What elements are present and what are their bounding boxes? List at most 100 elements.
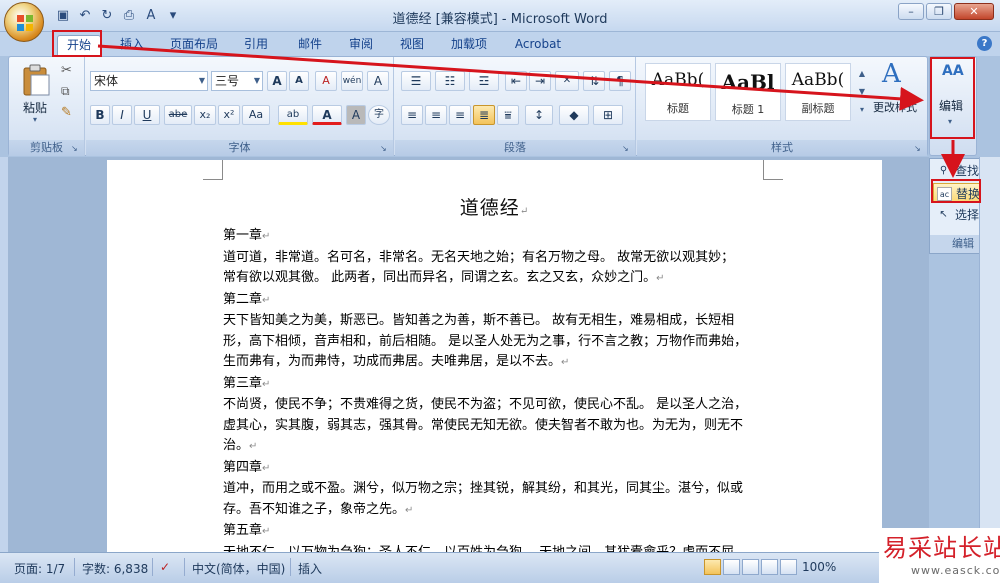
show-marks-button[interactable]: ¶ <box>609 71 631 91</box>
vertical-ruler <box>0 157 8 552</box>
tab-mailings[interactable]: 邮件 <box>290 35 330 56</box>
strikethrough-button[interactable]: abe <box>164 105 192 125</box>
close-button[interactable]: ✕ <box>954 3 994 20</box>
copy-icon[interactable]: ⧉ <box>61 84 70 99</box>
language-indicator[interactable]: 中文(简体，中国) <box>192 560 285 577</box>
annotation-box-home-tab <box>52 30 102 57</box>
word-count[interactable]: 字数: 6,838 <box>82 560 148 577</box>
paste-dropdown-icon[interactable]: ▾ <box>33 115 37 124</box>
doc-line: 第二章↵ <box>223 291 271 307</box>
tab-addins[interactable]: 加载项 <box>444 35 494 56</box>
binoculars-icon: ⚲ <box>939 165 948 176</box>
tab-references[interactable]: 引用 <box>236 35 276 56</box>
outline-view-icon[interactable] <box>761 559 778 575</box>
font-group-label: 字体 <box>86 140 393 156</box>
style-heading-1[interactable]: AaBl 标题 1 <box>715 63 781 121</box>
bold-button[interactable]: B <box>90 105 110 125</box>
doc-line: 形，高下相倾，音声相和，前后相随。 是以圣人处无为之事，行不言之教；万物作而弗始… <box>223 333 748 349</box>
tab-insert[interactable]: 插入 <box>112 35 152 56</box>
superscript-button[interactable]: x² <box>218 105 240 125</box>
annotation-box-editing <box>930 57 975 139</box>
cursor-icon: ↖ <box>939 209 948 220</box>
font-name-combo[interactable]: 宋体 ▼ <box>90 71 208 91</box>
distributed-button[interactable]: ⩸ <box>497 105 519 125</box>
shrink-font-button[interactable]: A <box>289 71 309 91</box>
document-page[interactable]: 道德经↵ 第一章↵ 道可道，非常道。名可名，非常名。无名天地之始；有名万物之母。… <box>107 160 882 555</box>
tab-acrobat[interactable]: Acrobat <box>508 35 568 56</box>
clipboard-launcher-icon[interactable]: ↘ <box>71 144 81 154</box>
multilevel-list-button[interactable]: ☲ <box>469 71 499 91</box>
status-divider <box>152 558 153 576</box>
restore-button[interactable]: ❐ <box>926 3 952 20</box>
full-screen-view-icon[interactable] <box>723 559 740 575</box>
font-group: 宋体 ▼ 三号 ▼ A A A wén A B I U abe x₂ x² Aa a… <box>86 57 394 156</box>
highlight-button[interactable]: ab <box>278 105 308 125</box>
help-icon[interactable]: ? <box>977 36 992 51</box>
decrease-indent-button[interactable]: ⇤ <box>505 71 527 91</box>
change-styles-button[interactable]: 更改样式 <box>873 99 917 115</box>
paste-icon[interactable] <box>21 63 51 97</box>
italic-button[interactable]: I <box>112 105 132 125</box>
chinese-layout-button[interactable]: ✕ <box>555 71 579 91</box>
justify-button[interactable]: ≣ <box>473 105 495 125</box>
tab-view[interactable]: 视图 <box>392 35 432 56</box>
tab-review[interactable]: 审阅 <box>341 35 381 56</box>
minimize-button[interactable]: – <box>898 3 924 20</box>
change-case-button[interactable]: Aa <box>242 105 270 125</box>
borders-button[interactable]: ⊞ <box>593 105 623 125</box>
style-subtitle-name: 副标题 <box>801 102 835 115</box>
vertical-scrollbar[interactable] <box>979 157 1000 552</box>
align-center-button[interactable]: ≡ <box>425 105 447 125</box>
line-spacing-button[interactable]: ↕ <box>525 105 553 125</box>
doc-line: 第四章↵ <box>223 459 271 475</box>
margin-corner-tl <box>203 160 223 180</box>
change-styles-icon[interactable]: A <box>882 59 901 89</box>
style-title[interactable]: AaBb( 标题 <box>645 63 711 121</box>
web-layout-view-icon[interactable] <box>742 559 759 575</box>
font-launcher-icon[interactable]: ↘ <box>380 144 390 154</box>
doc-line: 存。吾不知谁之子，象帝之先。↵ <box>223 501 414 517</box>
font-size-value: 三号 <box>215 74 240 88</box>
char-shading-button[interactable]: A <box>346 105 366 125</box>
align-left-button[interactable]: ≡ <box>401 105 423 125</box>
doc-line: 第三章↵ <box>223 375 271 391</box>
zoom-level[interactable]: 100% <box>802 560 836 574</box>
grow-font-button[interactable]: A <box>267 71 287 91</box>
draft-view-icon[interactable] <box>780 559 797 575</box>
subscript-button[interactable]: x₂ <box>194 105 216 125</box>
paragraph-group-label: 段落 <box>395 140 635 156</box>
print-layout-view-icon[interactable] <box>704 559 721 575</box>
office-button[interactable] <box>4 2 44 42</box>
styles-launcher-icon[interactable]: ↘ <box>914 144 924 154</box>
enclose-char-button[interactable]: 字 <box>368 105 390 125</box>
paragraph-launcher-icon[interactable]: ↘ <box>622 144 632 154</box>
font-size-combo[interactable]: 三号 ▼ <box>211 71 263 91</box>
sort-button[interactable]: ⇅ <box>583 71 605 91</box>
shading-button[interactable]: ◆ <box>559 105 589 125</box>
format-painter-icon[interactable]: ✎ <box>61 105 72 120</box>
numbering-button[interactable]: ☷ <box>435 71 465 91</box>
doc-line: 不尚贤，使民不争；不贵难得之货，使民不为盗；不见可欲，使民心不乱。 是以圣人之治… <box>223 397 748 412</box>
page-count[interactable]: 页面: 1/7 <box>14 560 65 577</box>
align-right-button[interactable]: ≡ <box>449 105 471 125</box>
font-color-button[interactable]: A <box>312 105 342 125</box>
insert-mode[interactable]: 插入 <box>298 560 322 577</box>
clear-format-button[interactable]: A <box>315 71 337 91</box>
underline-button[interactable]: U <box>134 105 160 125</box>
styles-group-label: 样式 <box>637 140 927 156</box>
styles-scroll[interactable]: ▲ ▼ ▾ <box>855 65 869 121</box>
style-subtitle[interactable]: AaBb( 副标题 <box>785 63 851 121</box>
pinyin-button[interactable]: wén <box>341 71 363 91</box>
select-label: 选择 <box>955 208 980 222</box>
find-label: 查找 <box>955 164 980 178</box>
watermark: 易采站长站 www.easck.com <box>879 528 1000 583</box>
proofing-icon[interactable]: ✓ <box>160 560 170 574</box>
increase-indent-button[interactable]: ⇥ <box>529 71 551 91</box>
tab-page-layout[interactable]: 页面布局 <box>164 35 224 56</box>
char-border-button[interactable]: A <box>367 71 389 91</box>
styles-group: AaBb( 标题 AaBl 标题 1 AaBb( 副标题 ▲ ▼ ▾ A 更改样式 … <box>637 57 927 156</box>
bullets-button[interactable]: ☰ <box>401 71 431 91</box>
paste-button[interactable]: 粘贴 <box>23 99 47 116</box>
cut-icon[interactable]: ✂ <box>61 63 72 78</box>
doc-line: 道可道，非常道。名可名，非常名。无名天地之始；有名万物之母。 故常无欲以观其妙； <box>223 249 735 265</box>
